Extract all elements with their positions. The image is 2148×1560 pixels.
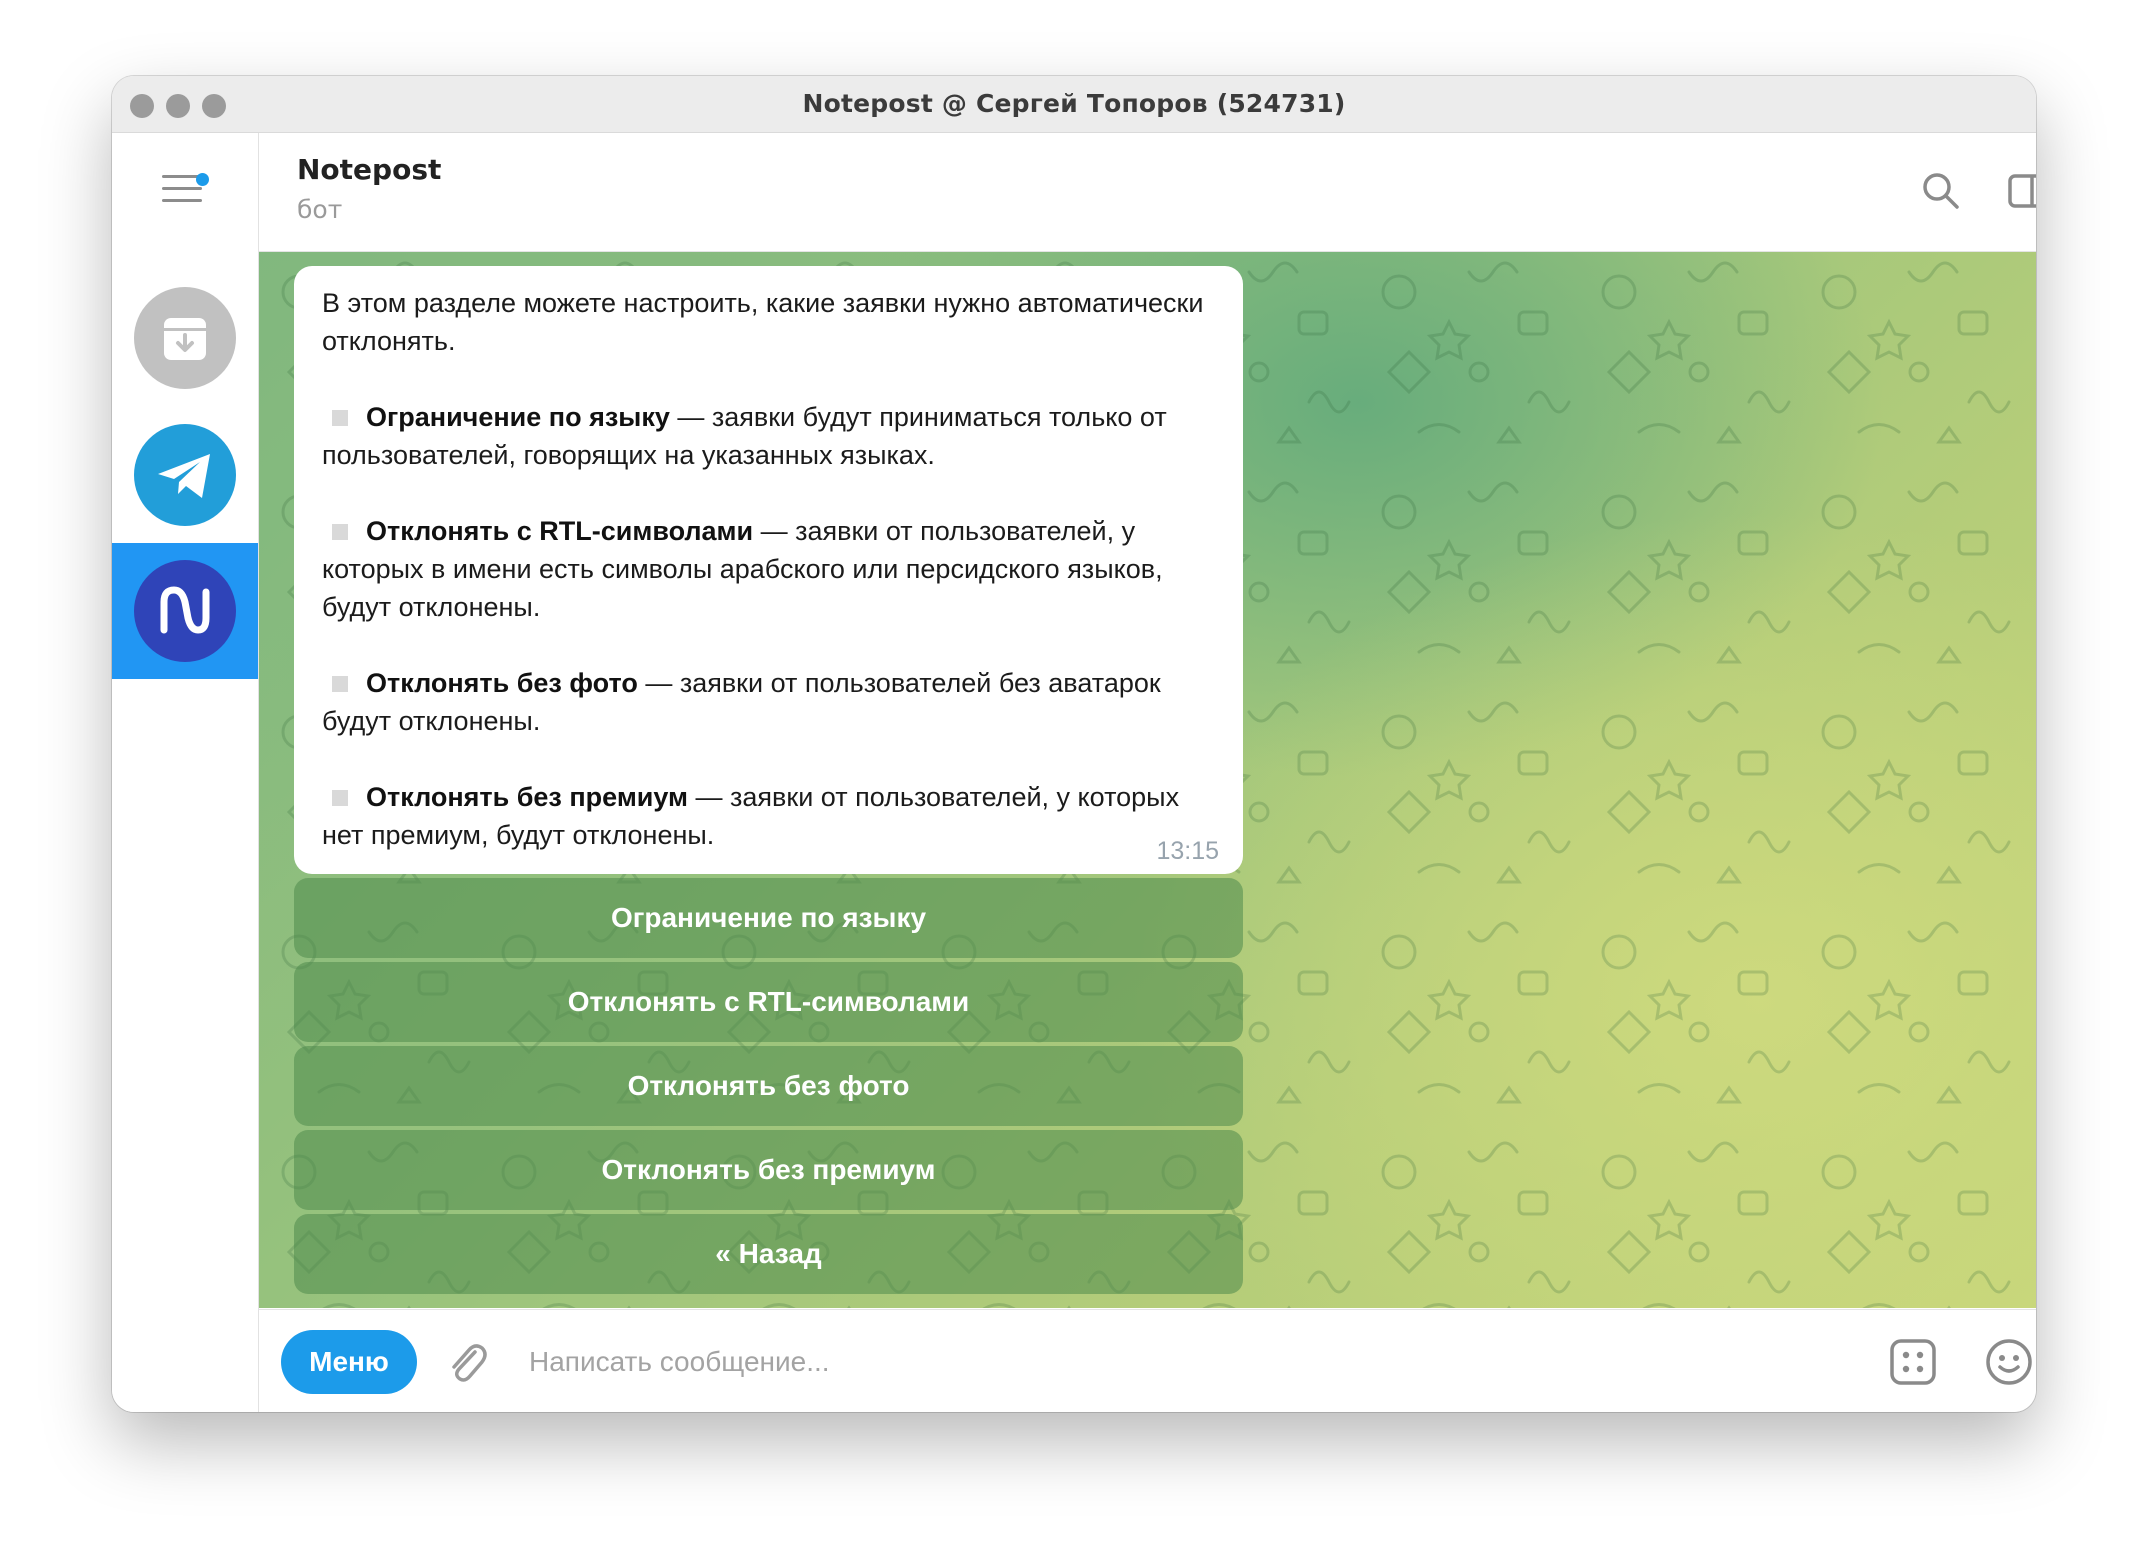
notification-dot bbox=[196, 173, 209, 186]
archive-icon bbox=[164, 318, 206, 360]
telegram-icon bbox=[158, 454, 210, 498]
chat-area: В этом разделе можете настроить, какие з… bbox=[259, 252, 2036, 1308]
message-time: 13:15 bbox=[1156, 837, 1219, 865]
message-item-1-title: Ограничение по языку bbox=[366, 402, 670, 432]
message-intro: В этом разделе можете настроить, какие з… bbox=[322, 288, 1204, 356]
message-item-4: Отклонять без премиум — заявки от пользо… bbox=[322, 778, 1215, 854]
message-item-4-title: Отклонять без премиум bbox=[366, 782, 689, 812]
telegram-folder-button[interactable] bbox=[134, 424, 236, 526]
square-bullet-icon bbox=[332, 790, 348, 806]
chat-header[interactable]: Notepost бот bbox=[259, 133, 2036, 252]
message-item-2-title: Отклонять с RTL-символами bbox=[366, 516, 754, 546]
bot-message-bubble: В этом разделе можете настроить, какие з… bbox=[294, 266, 1243, 874]
language-limit-button[interactable]: Ограничение по языку bbox=[294, 878, 1243, 958]
notepost-icon bbox=[160, 586, 210, 634]
square-bullet-icon bbox=[332, 524, 348, 540]
back-button[interactable]: « Назад bbox=[294, 1214, 1243, 1294]
chat-title[interactable]: Notepost bbox=[297, 153, 441, 186]
message-input[interactable] bbox=[527, 1336, 1731, 1388]
reject-no-photo-button[interactable]: Отклонять без фото bbox=[294, 1046, 1243, 1126]
bot-menu-button[interactable]: Меню bbox=[281, 1330, 417, 1394]
app-window: Notepost @ Сергей Топоров (524731) Notep… bbox=[112, 76, 2036, 1412]
emoji-icon[interactable] bbox=[1983, 1336, 2035, 1388]
message-item-1: Ограничение по языку — заявки будут прин… bbox=[322, 398, 1215, 474]
title-bar: Notepost @ Сергей Топоров (524731) bbox=[112, 76, 2036, 133]
reject-no-premium-button[interactable]: Отклонять без премиум bbox=[294, 1130, 1243, 1210]
reject-rtl-button[interactable]: Отклонять с RTL-символами bbox=[294, 962, 1243, 1042]
message-item-2: Отклонять с RTL-символами — заявки от по… bbox=[322, 512, 1215, 626]
square-bullet-icon bbox=[332, 410, 348, 426]
folder-sidebar bbox=[112, 133, 259, 1412]
square-bullet-icon bbox=[332, 676, 348, 692]
commands-icon[interactable] bbox=[1887, 1336, 1939, 1388]
message-composer: Меню bbox=[259, 1309, 2036, 1412]
sidebar-toggle-icon[interactable] bbox=[2005, 169, 2036, 213]
notepost-chat-button[interactable] bbox=[134, 560, 236, 662]
attach-icon[interactable] bbox=[442, 1338, 490, 1386]
search-icon[interactable] bbox=[1919, 169, 1963, 213]
chat-subtitle: бот bbox=[297, 195, 343, 224]
archive-folder-button[interactable] bbox=[134, 287, 236, 389]
message-item-3: Отклонять без фото — заявки от пользоват… bbox=[322, 664, 1215, 740]
window-title: Notepost @ Сергей Топоров (524731) bbox=[802, 89, 1346, 118]
message-item-3-title: Отклонять без фото bbox=[366, 668, 638, 698]
